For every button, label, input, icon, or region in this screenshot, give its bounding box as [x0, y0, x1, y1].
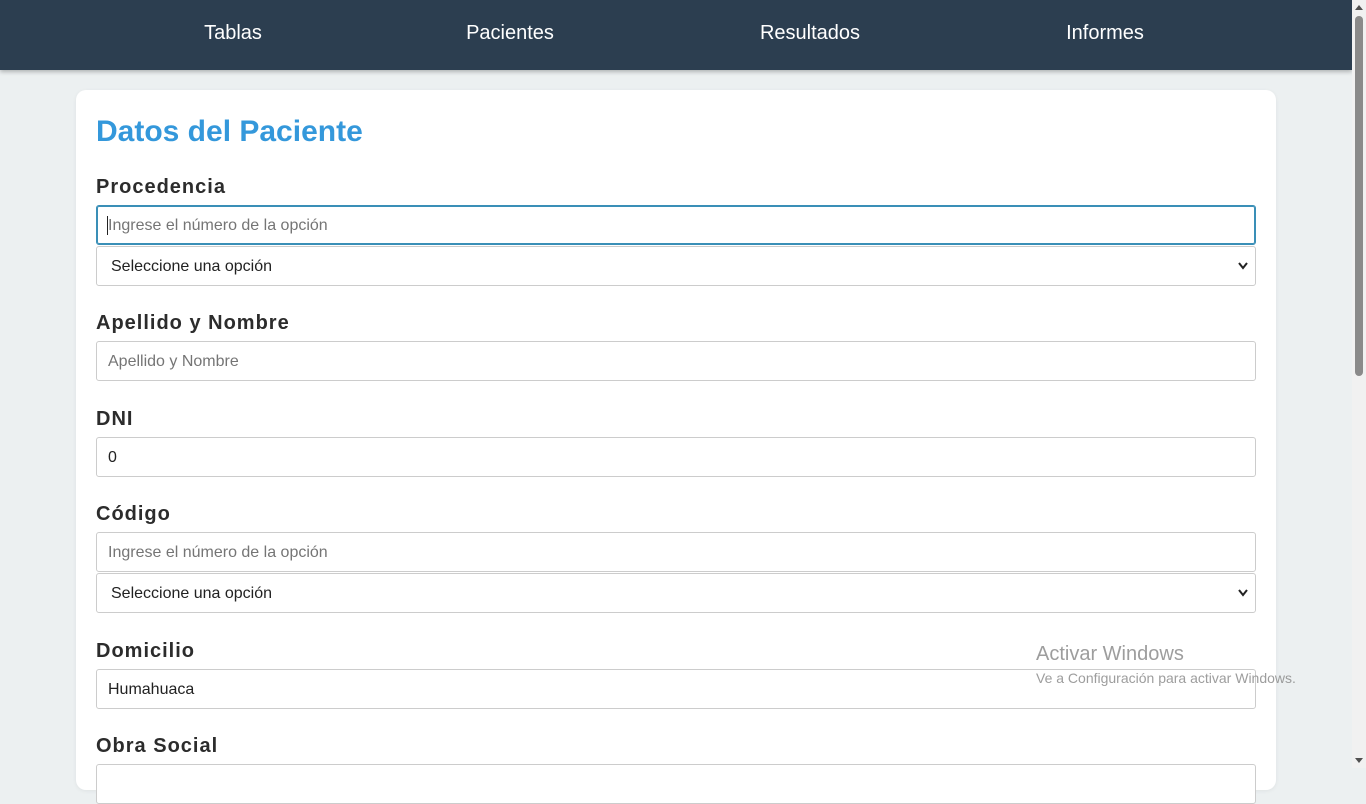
scrollbar-thumb[interactable]	[1355, 16, 1363, 376]
procedencia-number-placeholder: Ingrese el número de la opción	[108, 217, 328, 234]
watermark-subtitle: Ve a Configuración para activar Windows.	[1036, 670, 1296, 686]
procedencia-number-input[interactable]: Ingrese el número de la opción	[96, 205, 1256, 245]
apellido-nombre-input[interactable]: Apellido y Nombre	[96, 341, 1256, 381]
nav-resultados[interactable]: Resultados	[760, 22, 860, 45]
nav-tablas[interactable]: Tablas	[204, 22, 262, 45]
top-navbar: Tablas Pacientes Resultados Informes	[0, 0, 1352, 70]
codigo-label: Código	[96, 503, 171, 525]
domicilio-value: Humahuaca	[108, 681, 195, 698]
page-scrollbar[interactable]	[1352, 0, 1366, 768]
codigo-select-value: Seleccione una opción	[111, 585, 273, 602]
chevron-down-icon	[1238, 589, 1248, 597]
nav-informes[interactable]: Informes	[1066, 22, 1144, 45]
page-title: Datos del Paciente	[96, 115, 363, 148]
procedencia-label: Procedencia	[96, 176, 226, 198]
nav-pacientes[interactable]: Pacientes	[466, 22, 554, 45]
dni-label: DNI	[96, 408, 134, 430]
obra-social-label: Obra Social	[96, 735, 219, 757]
windows-activation-watermark: Activar Windows Ve a Configuración para …	[1036, 643, 1296, 686]
codigo-select[interactable]: Seleccione una opción	[96, 573, 1256, 613]
apellido-nombre-label: Apellido y Nombre	[96, 312, 290, 334]
scroll-down-arrow-icon[interactable]	[1355, 758, 1363, 763]
domicilio-label: Domicilio	[96, 640, 196, 662]
dni-input[interactable]: 0	[96, 437, 1256, 477]
watermark-title: Activar Windows	[1036, 643, 1184, 665]
codigo-number-placeholder: Ingrese el número de la opción	[108, 544, 328, 561]
scroll-up-arrow-icon[interactable]	[1355, 5, 1363, 10]
codigo-number-input[interactable]: Ingrese el número de la opción	[96, 532, 1256, 572]
dni-value: 0	[108, 449, 117, 466]
procedencia-select-value: Seleccione una opción	[111, 258, 273, 275]
apellido-nombre-placeholder: Apellido y Nombre	[108, 353, 239, 370]
obra-social-input[interactable]	[96, 764, 1256, 804]
chevron-down-icon	[1238, 262, 1248, 270]
procedencia-select[interactable]: Seleccione una opción	[96, 246, 1256, 286]
